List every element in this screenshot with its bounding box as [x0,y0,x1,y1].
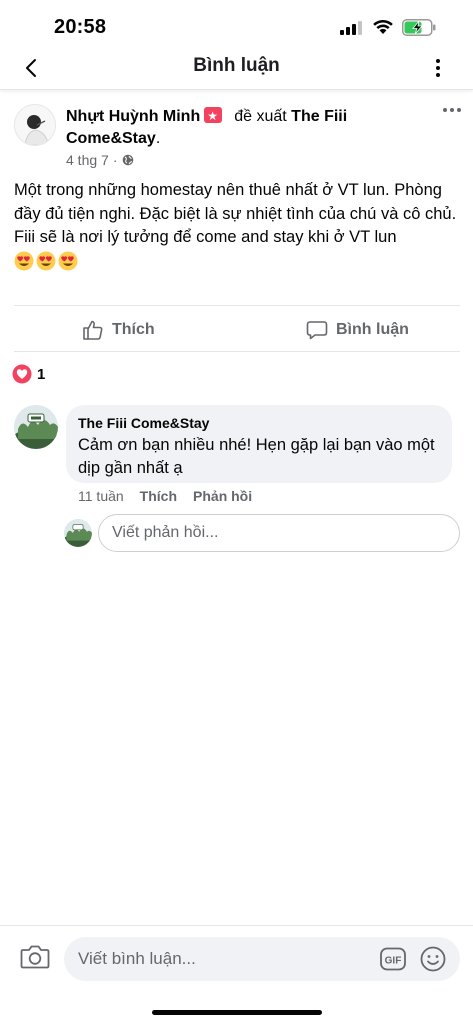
home-indicator[interactable] [152,1010,322,1015]
heart-eyes-emoji-icon [58,251,78,271]
battery-charging-icon [402,19,436,36]
comment-input[interactable] [78,937,378,981]
header-punct: . [155,130,161,147]
post-meta: 4 thg 7 · [66,152,134,168]
recommend-verb: đề xuất [234,108,287,125]
comment-author[interactable]: The Fiii Come&Stay [78,414,440,432]
more-horizontal-icon[interactable] [440,104,464,124]
heart-eyes-emoji-icon [14,251,34,271]
post-emojis [14,251,78,271]
reaction-count: 1 [37,365,46,383]
recommend-icon [204,105,223,127]
commenter-avatar[interactable] [14,405,58,449]
heart-eyes-emoji-icon [36,251,56,271]
comment-reply-button[interactable]: Phản hồi [193,488,252,504]
reply-input[interactable] [98,514,460,552]
comment-input-wrapper: GIF [64,937,460,981]
post-date[interactable]: 4 thg 7 [66,152,109,168]
author-avatar[interactable] [14,104,56,146]
wifi-icon [373,19,393,34]
divider [14,305,460,306]
thumbs-up-icon [83,320,103,340]
gif-icon[interactable]: GIF [380,947,406,971]
comment-bubble-icon [306,321,328,340]
like-label: Thích [112,321,155,338]
cellular-signal-icon [340,21,362,35]
navigation-bar: Bình luận [0,48,473,90]
divider [14,351,460,352]
avatar-illustration [64,519,92,547]
post-text: Một trong những homestay nên thuê nhất ở… [14,181,457,246]
reaction-summary[interactable]: 1 [12,364,45,384]
globe-icon [122,154,133,166]
comment-time[interactable]: 11 tuần [78,488,124,504]
post-header: Nhựt Huỳnh Minhđề xuất The Fiii Come&Sta… [66,105,396,150]
comment-actions: 11 tuần Thích Phản hồi [78,488,252,504]
comment-button[interactable]: Bình luận [306,316,409,344]
like-button[interactable]: Thích [82,316,155,344]
love-reaction-icon [12,364,32,384]
meta-separator: · [112,152,118,168]
comment-composer: GIF [0,925,473,1024]
camera-icon[interactable] [20,944,50,970]
comment-like-button[interactable]: Thích [140,488,177,504]
comment-text: Cảm ơn bạn nhiều nhé! Hẹn gặp lại bạn và… [78,436,435,477]
author-name[interactable]: Nhựt Huỳnh Minh [66,108,200,125]
status-time: 20:58 [54,16,107,38]
comment-bubble: The Fiii Come&Stay Cảm ơn bạn nhiều nhé!… [66,405,452,483]
comment-label: Bình luận [336,321,409,338]
status-bar: 20:58 [0,0,473,48]
more-vertical-icon[interactable] [426,56,450,80]
current-user-avatar [64,519,92,547]
svg-text:GIF: GIF [385,956,402,967]
page-title: Bình luận [193,55,280,76]
avatar-illustration [14,405,58,449]
smile-icon[interactable] [420,946,446,972]
avatar-illustration [15,105,55,145]
